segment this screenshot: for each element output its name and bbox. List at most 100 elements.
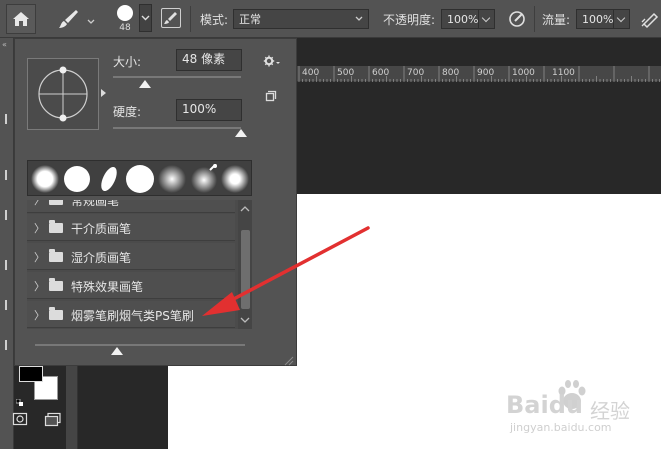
folder-name: 特殊效果画笔 (71, 280, 144, 294)
preview-size-slider-thumb[interactable] (110, 347, 123, 355)
brush-angle-preview[interactable] (27, 58, 99, 130)
mode-value: 正常 (239, 13, 261, 26)
chevron-down-icon (355, 16, 363, 21)
size-slider-track[interactable] (113, 76, 241, 78)
tool-marker (5, 114, 7, 124)
ruler-tick-label: 900 (477, 68, 495, 78)
brush-angle-control (38, 66, 88, 122)
chevron-up-icon (240, 206, 250, 212)
tool-marker (5, 340, 7, 350)
brush-preset-dropdown[interactable] (139, 4, 152, 32)
ruler-tick-label: 1000 (512, 68, 535, 78)
tool-marker (5, 260, 7, 270)
brush-settings-toggle[interactable] (161, 8, 181, 28)
opacity-label: 不透明度: (383, 13, 436, 27)
hard-round-brush-icon (64, 166, 90, 192)
hardness-slider-thumb[interactable] (235, 129, 247, 137)
size-value: 48 像素 (182, 52, 226, 66)
baidu-watermark: Baidu 经验 jingyan.baidu.com (506, 377, 656, 437)
foreground-color-swatch[interactable] (19, 366, 43, 382)
collapse-toggle-icon[interactable]: « (2, 40, 7, 49)
chevron-right-icon: 〉 (34, 222, 45, 235)
soft-round-brush-icon (221, 165, 249, 193)
brush-preset-picker[interactable]: 48 (112, 3, 138, 35)
folder-icon (49, 307, 63, 320)
tool-marker (5, 170, 7, 180)
folder-icon (49, 278, 63, 291)
folder-icon (49, 200, 63, 205)
hardness-slider-track[interactable] (113, 127, 241, 129)
flow-input[interactable]: 100% (576, 9, 614, 29)
watermark-brand-cn: 经验 (590, 399, 630, 423)
divider (190, 6, 191, 32)
brush-size-readout: 48 (119, 23, 131, 33)
folder-name: 湿介质画笔 (71, 251, 132, 265)
size-slider-thumb[interactable] (139, 80, 151, 88)
reset-colors-icon[interactable] (15, 392, 24, 406)
screen-mode-icon (44, 412, 61, 427)
soft-round-brush-icon (31, 165, 59, 193)
brush-tip-soft-round-2[interactable] (220, 164, 250, 194)
brush-tip-hard-round-large[interactable] (125, 164, 155, 194)
list-item-folder[interactable]: 〉 常规画笔 (27, 200, 235, 213)
opacity-input[interactable]: 100% (441, 9, 479, 29)
annotation-arrow (202, 226, 370, 316)
mode-select[interactable]: 正常 (233, 9, 369, 29)
new-preset-icon[interactable] (265, 87, 277, 102)
folder-name: 常规画笔 (71, 200, 120, 208)
hardness-input[interactable]: 100% (176, 99, 242, 121)
tool-marker (5, 210, 7, 220)
ruler-tick-label: 700 (407, 68, 425, 78)
brush-tip-hard-round[interactable] (62, 164, 92, 194)
brush-panel-icon (164, 12, 177, 24)
soft-brush-icon (158, 165, 186, 193)
brush-tip-soft-round[interactable] (30, 164, 60, 194)
mode-label: 模式: (200, 13, 229, 27)
angled-brush-icon (101, 166, 117, 192)
tool-marker (5, 300, 7, 310)
options-bar: 48 模式: 正常 不透明度: 100% 流量: 100% (0, 0, 661, 38)
chevron-right-icon: 〉 (34, 251, 45, 264)
brush-icon (59, 10, 78, 28)
flow-label: 流量: (542, 13, 571, 27)
watermark-url: jingyan.baidu.com (510, 421, 612, 434)
chevron-right-icon: 〉 (34, 280, 45, 293)
folder-name: 干介质画笔 (71, 222, 132, 236)
ruler-tick-label: 400 (302, 68, 320, 78)
gear-icon[interactable] (263, 53, 281, 67)
chevron-right-icon: 〉 (34, 309, 45, 322)
ruler-tick-label: 1100 (552, 68, 575, 78)
quick-mask-icon (12, 412, 28, 426)
size-label: 大小: (113, 55, 142, 69)
recent-brush-tips (27, 160, 252, 196)
flow-dropdown[interactable] (614, 9, 630, 29)
hardness-label: 硬度: (113, 105, 142, 119)
brush-tool-button[interactable] (56, 6, 82, 32)
folder-name: 烟雾笔刷烟气类PS笔刷 (71, 309, 194, 323)
preview-size-slider-track[interactable] (35, 344, 245, 346)
divider (534, 6, 535, 32)
opacity-dropdown[interactable] (479, 9, 495, 29)
folder-icon (49, 249, 63, 262)
brush-tip-soft[interactable] (157, 164, 187, 194)
quick-mask-button[interactable] (12, 411, 28, 427)
airbrush-button[interactable] (640, 8, 661, 30)
home-icon (13, 12, 29, 26)
size-input[interactable]: 48 像素 (176, 49, 242, 71)
ruler-tick-label: 500 (337, 68, 355, 78)
hardness-value: 100% (182, 102, 217, 116)
brush-tip-soft-pressure[interactable] (189, 163, 219, 194)
flow-value: 100% (582, 13, 614, 26)
screen-mode-button[interactable] (44, 411, 64, 429)
brush-tip-angled[interactable] (94, 164, 124, 194)
pressure-opacity-button[interactable] (506, 8, 528, 30)
chevron-down-icon (141, 15, 150, 21)
ruler-tick-label: 800 (442, 68, 460, 78)
vertical-ruler (66, 366, 78, 449)
resize-grip-icon[interactable] (282, 351, 294, 366)
chevron-down-icon[interactable] (86, 12, 96, 24)
play-triangle-icon[interactable] (101, 89, 106, 97)
hard-round-brush-icon (126, 165, 154, 193)
home-button[interactable] (6, 4, 36, 34)
soft-pressure-brush-icon (191, 163, 217, 193)
